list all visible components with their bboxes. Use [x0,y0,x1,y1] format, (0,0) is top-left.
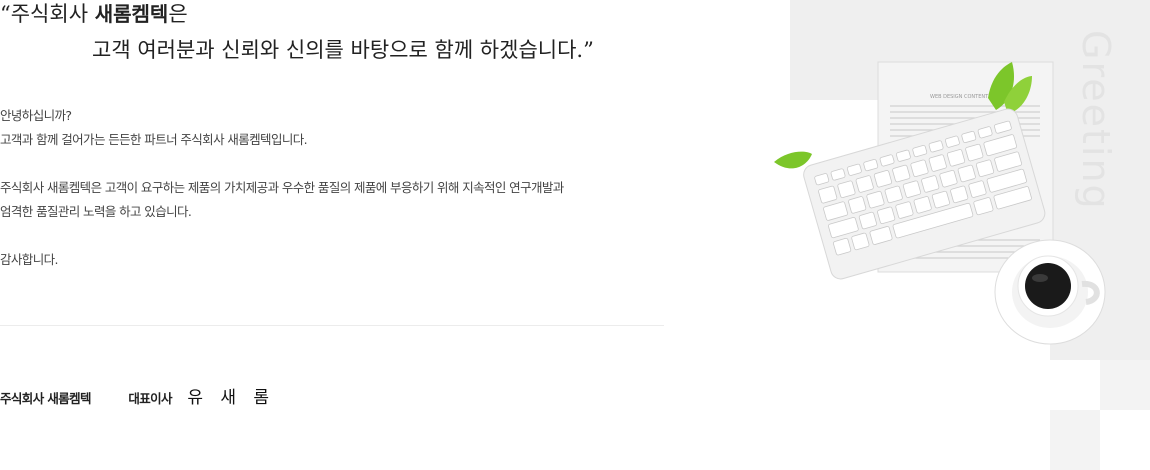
signature-role: 대표이사 [128,391,172,406]
greeting-intro: 고객과 함께 걸어가는 든든한 파트너 주식회사 새롬켐텍입니다. [0,132,308,147]
coffee-cup-icon [994,239,1106,345]
greeting-mission-1: 주식회사 새롬켐텍은 고객이 요구하는 제품의 가치제공과 우수한 품질의 제품… [0,180,564,195]
decor-block-2 [1050,410,1100,470]
quote-line-1: “주식회사 새롬켐텍은 [0,0,188,28]
desk-illustration: WEB DESIGN CONTENT [774,61,1106,345]
quote-line-2: 고객 여러분과 신뢰와 신의를 바탕으로 함께 하겠습니다.” [92,38,594,62]
quote-suffix: 은 [168,2,188,26]
newspaper-caption: WEB DESIGN CONTENT [930,94,989,100]
signature-name: 유 새 롬 [187,388,276,408]
greeting-thanks: 감사합니다. [0,252,58,267]
greeting-body: 안녕하십니까? 고객과 함께 걸어가는 든든한 파트너 주식회사 새롬켐텍입니다… [0,104,650,272]
company-name-bold: 새롬켐텍 [94,2,169,26]
decor-block-1 [1100,360,1150,410]
signature-company: 주식회사 새롬켐텍 [0,391,92,406]
greeting-hello: 안녕하십니까? [0,108,72,123]
divider [0,325,664,326]
greeting-mission-2: 엄격한 품질관리 노력을 하고 있습니다. [0,204,192,219]
quote-prefix: “주식회사 [0,2,95,26]
signature: 주식회사 새롬켐텍 대표이사 유 새 롬 [0,383,275,408]
